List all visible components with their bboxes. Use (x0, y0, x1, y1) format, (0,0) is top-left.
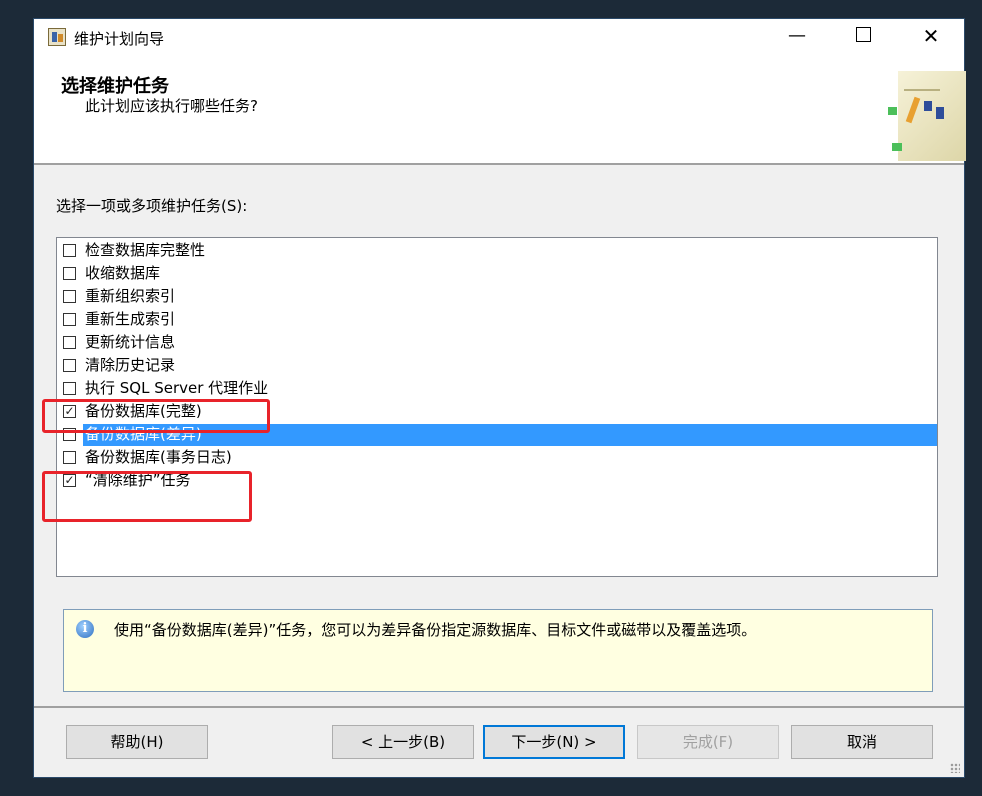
task-label: 重新生成索引 (85, 310, 176, 328)
task-checkbox[interactable] (63, 428, 76, 441)
task-label: 重新组织索引 (85, 287, 176, 305)
task-item[interactable]: 检查数据库完整性 (59, 240, 935, 263)
task-checkbox[interactable] (63, 244, 76, 257)
task-list-label: 选择一项或多项维护任务(S): (56, 197, 248, 215)
maximize-button[interactable] (840, 19, 886, 53)
task-item[interactable]: 重新组织索引 (59, 286, 935, 309)
task-item-cleanup[interactable]: ✓ “清除维护”任务 (59, 470, 935, 493)
task-checkbox[interactable]: ✓ (63, 405, 76, 418)
help-button[interactable]: 帮助(H) (66, 725, 208, 759)
task-label: “清除维护”任务 (85, 471, 191, 489)
selection-highlight (83, 424, 937, 446)
task-checkbox[interactable]: ✓ (63, 474, 76, 487)
task-item[interactable]: 执行 SQL Server 代理作业 (59, 378, 935, 401)
task-label: 备份数据库(完整) (85, 402, 202, 420)
task-checkbox[interactable] (63, 290, 76, 303)
task-description-box: i 使用“备份数据库(差异)”任务，您可以为差异备份指定源数据库、目标文件或磁带… (63, 609, 933, 692)
task-checkbox[interactable] (63, 382, 76, 395)
task-label: 备份数据库(事务日志) (85, 448, 232, 466)
task-label: 备份数据库(差异) (83, 424, 204, 444)
previous-button[interactable]: < 上一步(B) (332, 725, 474, 759)
minimize-button[interactable]: — (774, 19, 820, 53)
task-item[interactable]: 重新生成索引 (59, 309, 935, 332)
task-checkbox[interactable] (63, 267, 76, 280)
task-label: 更新统计信息 (85, 333, 176, 351)
task-item-backup-differential[interactable]: 备份数据库(差异) (59, 424, 937, 447)
maximize-icon (855, 27, 871, 42)
footer-divider (34, 706, 964, 708)
task-label: 执行 SQL Server 代理作业 (85, 379, 269, 397)
task-item[interactable]: 备份数据库(事务日志) (59, 447, 935, 470)
app-icon (48, 28, 66, 46)
task-item-backup-full[interactable]: ✓ 备份数据库(完整) (59, 401, 935, 424)
task-description: 使用“备份数据库(差异)”任务，您可以为差异备份指定源数据库、目标文件或磁带以及… (114, 621, 757, 639)
info-icon: i (76, 620, 94, 638)
page-subtitle: 此计划应该执行哪些任务? (85, 97, 258, 115)
close-button[interactable]: ✕ (908, 19, 954, 53)
task-checkbox[interactable] (63, 336, 76, 349)
task-checkbox[interactable] (63, 451, 76, 464)
wizard-header: 选择维护任务 此计划应该执行哪些任务? (34, 57, 966, 165)
finish-button[interactable]: 完成(F) (637, 725, 779, 759)
resize-grip-icon[interactable] (950, 763, 960, 773)
maintenance-plan-wizard-window: 维护计划向导 — ✕ 选择维护任务 此计划应该执行哪些任务? 选择一项或多项维护… (33, 18, 966, 778)
task-item[interactable]: 收缩数据库 (59, 263, 935, 286)
task-item[interactable]: 更新统计信息 (59, 332, 935, 355)
cancel-button[interactable]: 取消 (791, 725, 933, 759)
task-label: 清除历史记录 (85, 356, 176, 374)
title-bar: 维护计划向导 — ✕ (34, 19, 964, 57)
window-title: 维护计划向导 (74, 30, 165, 48)
task-label: 检查数据库完整性 (85, 241, 206, 259)
task-checkbox[interactable] (63, 359, 76, 372)
next-button[interactable]: 下一步(N) > (483, 725, 625, 759)
task-checkbox[interactable] (63, 313, 76, 326)
wizard-graphic-icon (888, 71, 966, 161)
task-checklist[interactable]: 检查数据库完整性 收缩数据库 重新组织索引 重新生成索引 更新统计信息 清除历史… (56, 237, 938, 577)
task-label: 收缩数据库 (85, 264, 161, 282)
task-item[interactable]: 清除历史记录 (59, 355, 935, 378)
